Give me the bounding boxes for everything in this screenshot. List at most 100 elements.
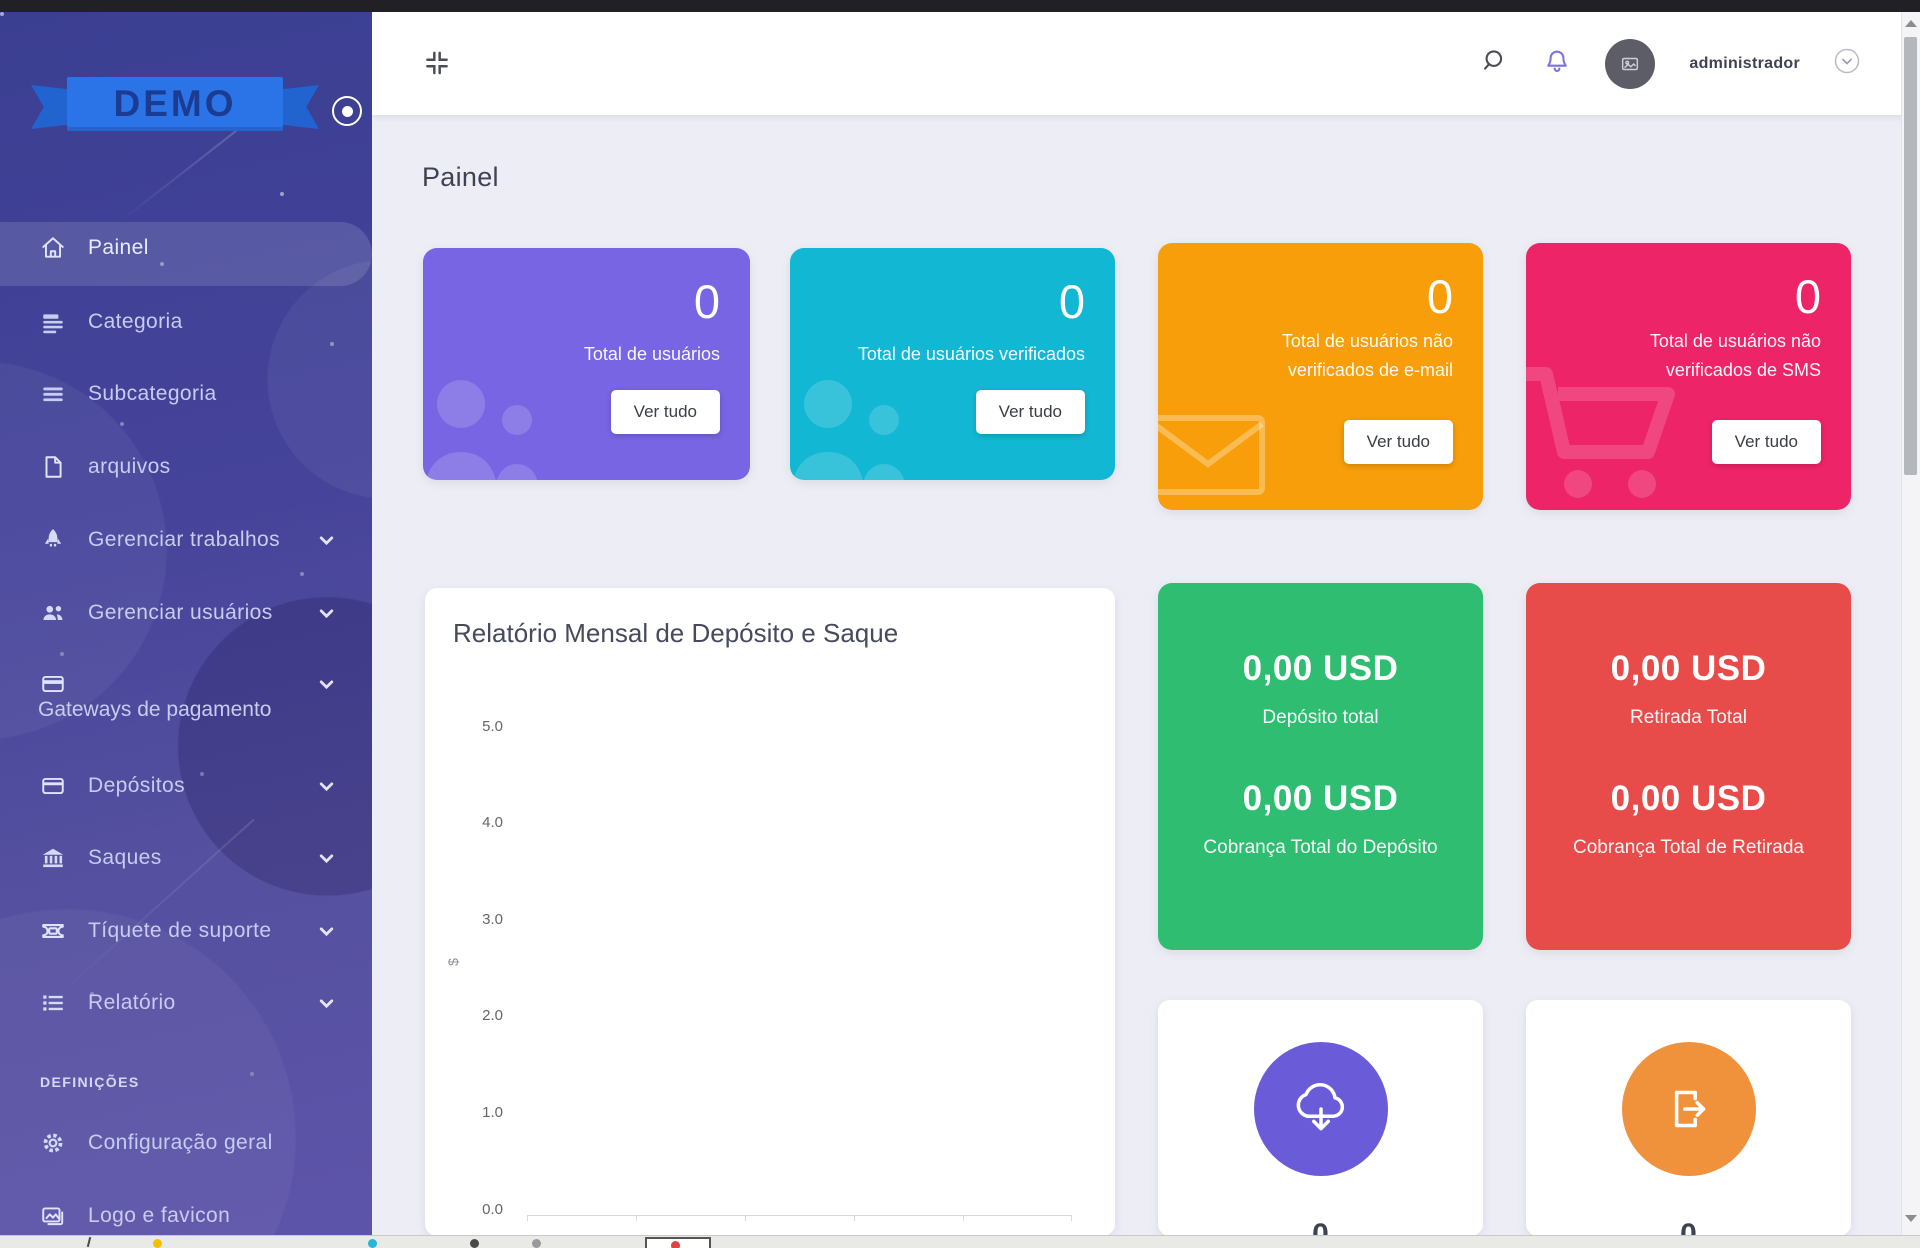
demo-ribbon-logo: DEMO: [25, 57, 325, 137]
header-right-cluster: administrador: [1481, 12, 1860, 115]
withdraw-total-amount: 0,00 USD: [1560, 649, 1817, 689]
sidebar-toggle-button[interactable]: [332, 96, 362, 126]
chevron-down-icon: [318, 850, 335, 872]
spacer: [1192, 733, 1449, 779]
taskbar-icon: [532, 1239, 541, 1248]
page-title: Painel: [422, 162, 499, 193]
sidebar-item-label: Configuração geral: [88, 1131, 273, 1155]
bell-icon[interactable]: [1543, 47, 1571, 80]
file-icon: [40, 454, 66, 480]
chevron-down-icon: [318, 605, 335, 627]
sidebar-item-depositos[interactable]: Depósitos: [0, 762, 372, 810]
ver-tudo-button[interactable]: Ver tudo: [1712, 420, 1821, 464]
chevron-down-icon: [318, 532, 335, 554]
withdraw-charge-label: Cobrança Total de Retirada: [1560, 833, 1817, 863]
users-icon: [40, 600, 66, 626]
users-silhouette-icon: [423, 362, 579, 480]
chevron-down-icon: [318, 676, 335, 698]
deposit-action-card: 0: [1158, 1000, 1483, 1236]
sidebar-item-gerenciar-trabalhos[interactable]: Gerenciar trabalhos: [0, 516, 372, 564]
sidebar-item-label: Tíquete de suporte: [88, 919, 272, 943]
sidebar-section-definicoes: DEFINIÇÕES: [40, 1074, 140, 1090]
sidebar-item-label: Subcategoria: [88, 382, 217, 406]
x-tick: [1071, 1215, 1072, 1221]
ribbon-band: DEMO: [67, 77, 283, 131]
scrollbar[interactable]: [1901, 12, 1920, 1236]
ver-tudo-button[interactable]: Ver tudo: [1344, 420, 1453, 464]
scroll-up-arrow-icon[interactable]: [1905, 20, 1917, 27]
credit-card-icon: [40, 671, 66, 697]
stat-label: Total de usuários não verificados de SMS: [1581, 327, 1821, 385]
taskbar-window-preview: [645, 1237, 711, 1248]
browser-top-bar: [0, 0, 1920, 12]
user-name[interactable]: administrador: [1689, 55, 1800, 73]
deposit-total-amount: 0,00 USD: [1192, 649, 1449, 689]
sidebar-item-label: Depósitos: [88, 774, 185, 798]
taskbar-icon: [153, 1239, 162, 1248]
x-tick: [745, 1215, 746, 1221]
home-icon: [40, 235, 66, 261]
stat-card-nao-verificados-sms: 0 Total de usuários não verificados de S…: [1526, 243, 1851, 510]
stat-card-total-usuarios: 0 Total de usuários Ver tudo: [423, 248, 750, 480]
search-icon[interactable]: [1481, 47, 1509, 80]
credit-card-icon: [40, 773, 66, 799]
taskbar-icon: [87, 1237, 91, 1247]
star-decoration: [0, 12, 4, 16]
sidebar: DEMO Painel Categoria Subcategoria: [0, 12, 372, 1236]
withdraw-action-card: 0: [1526, 1000, 1851, 1236]
y-tick-label: 1.0: [455, 1104, 503, 1121]
logo-text: DEMO: [114, 83, 237, 125]
os-taskbar[interactable]: [0, 1235, 1920, 1248]
chevron-down-icon[interactable]: [1834, 48, 1860, 79]
deposit-count: 0: [1158, 1218, 1483, 1236]
menu-icon: [40, 381, 66, 407]
sidebar-item-tiquete-de-suporte[interactable]: Tíquete de suporte: [0, 907, 372, 955]
sidebar-item-label: Gerenciar trabalhos: [88, 528, 280, 552]
sidebar-item-label: Gerenciar usuários: [88, 601, 273, 625]
withdraw-total-label: Retirada Total: [1560, 703, 1817, 733]
y-tick-label: 2.0: [455, 1007, 503, 1024]
chevron-down-icon: [318, 995, 335, 1017]
x-tick: [963, 1215, 964, 1221]
sidebar-item-categoria[interactable]: Categoria: [0, 298, 372, 346]
sidebar-item-logo-e-favicon[interactable]: Logo e favicon: [0, 1192, 372, 1236]
compress-icon[interactable]: [422, 48, 452, 83]
stat-value: 0: [1427, 269, 1453, 324]
deposit-circle-button[interactable]: [1254, 1042, 1388, 1176]
list-icon: [40, 990, 66, 1016]
sidebar-item-label: Painel: [88, 236, 149, 260]
ver-tudo-button[interactable]: Ver tudo: [976, 390, 1085, 434]
stat-value: 0: [694, 274, 720, 329]
image-icon: [40, 1203, 66, 1229]
stat-label: Total de usuários não verificados de e-m…: [1213, 327, 1453, 385]
scroll-down-arrow-icon[interactable]: [1905, 1215, 1917, 1222]
stat-card-nao-verificados-email: 0 Total de usuários não verificados de e…: [1158, 243, 1483, 510]
users-silhouette-icon: [790, 362, 946, 480]
sidebar-item-label: arquivos: [88, 455, 171, 479]
ver-tudo-button[interactable]: Ver tudo: [611, 390, 720, 434]
sidebar-item-relatorio[interactable]: Relatório: [0, 979, 372, 1027]
sidebar-item-configuracao-geral[interactable]: Configuração geral: [0, 1119, 372, 1167]
sidebar-item-gerenciar-usuarios[interactable]: Gerenciar usuários: [0, 589, 372, 637]
stat-label: Total de usuários: [480, 340, 720, 369]
stat-label: Total de usuários verificados: [845, 340, 1085, 369]
sidebar-item-label: Relatório: [88, 991, 176, 1015]
withdraw-circle-button[interactable]: [1622, 1042, 1756, 1176]
sidebar-item-arquivos[interactable]: arquivos: [0, 443, 372, 491]
ticket-icon: [40, 918, 66, 944]
sidebar-item-subcategoria[interactable]: Subcategoria: [0, 370, 372, 418]
y-tick-label: 4.0: [455, 814, 503, 831]
stat-card-usuarios-verificados: 0 Total de usuários verificados Ver tudo: [790, 248, 1115, 480]
category-icon: [40, 309, 66, 335]
gear-icon: [40, 1130, 66, 1156]
avatar[interactable]: [1605, 39, 1655, 89]
scrollbar-thumb[interactable]: [1904, 37, 1917, 475]
chevron-down-icon: [318, 923, 335, 945]
sidebar-item-painel[interactable]: Painel: [0, 224, 372, 272]
toggle-dot: [342, 106, 353, 117]
sidebar-item-label[interactable]: Gateways de pagamento: [38, 698, 271, 722]
chevron-down-icon: [318, 778, 335, 800]
sidebar-item-saques[interactable]: Saques: [0, 834, 372, 882]
y-axis-label: $: [445, 958, 461, 966]
x-axis-line: [527, 1215, 1072, 1216]
